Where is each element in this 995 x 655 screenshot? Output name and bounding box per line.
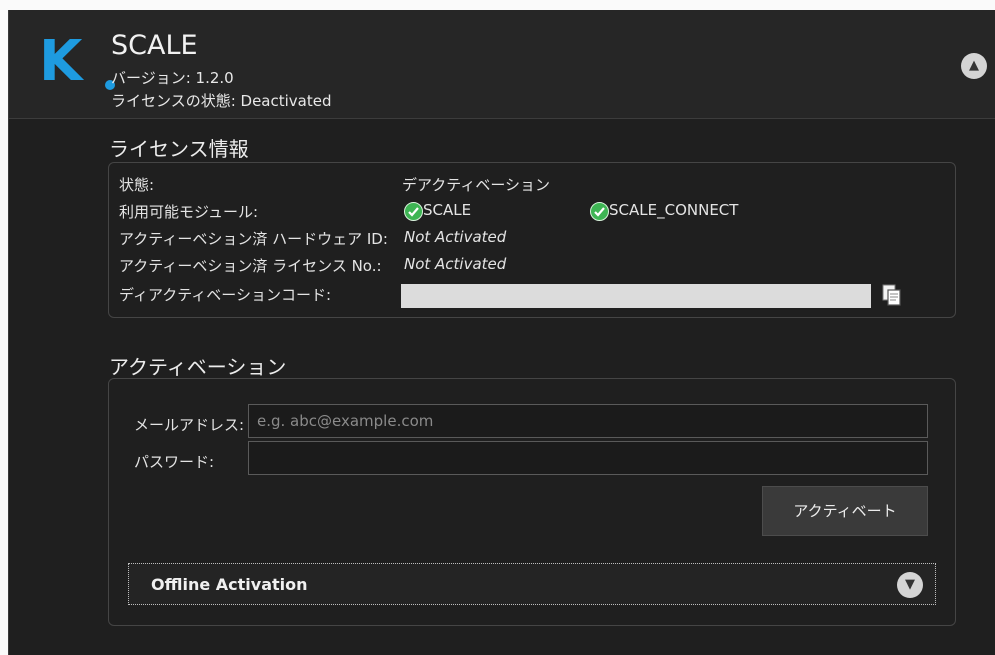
hw-id-label: アクティーベション済 ハードウェア ID:: [119, 230, 388, 248]
module-scale-connect: SCALE_CONNECT: [609, 201, 739, 219]
chevron-up-icon: ▲: [969, 58, 979, 73]
check-circle-icon: [404, 202, 423, 221]
license-state-text: ライセンスの状態: Deactivated: [111, 92, 332, 110]
plugin-panel: K SCALE バージョン: 1.2.0 ライセンスの状態: Deactivat…: [8, 10, 995, 655]
check-circle-icon: [590, 202, 609, 221]
module-scale: SCALE: [423, 201, 472, 219]
email-input[interactable]: [248, 404, 928, 438]
status-value: デアクティベーション: [402, 176, 551, 194]
license-no-value: Not Activated: [404, 255, 507, 273]
modules-label: 利用可能モジュール:: [119, 203, 259, 221]
k-logo: K: [39, 29, 83, 94]
version-text: バージョン: 1.2.0: [111, 69, 234, 87]
hw-id-value: Not Activated: [404, 228, 507, 246]
license-info-title: ライセンス情報: [109, 137, 249, 161]
chevron-down-icon[interactable]: ▼: [897, 572, 923, 598]
copy-icon[interactable]: [881, 283, 903, 307]
password-input[interactable]: [248, 441, 928, 475]
license-no-label: アクティーベション済 ライセンス No.:: [119, 257, 382, 275]
status-label: 状態:: [119, 176, 155, 194]
offline-activation-label: Offline Activation: [151, 575, 308, 594]
plugin-header[interactable]: K SCALE バージョン: 1.2.0 ライセンスの状態: Deactivat…: [9, 10, 995, 119]
deactivation-code-label: ディアクティベーションコード:: [119, 286, 332, 304]
activate-button[interactable]: アクティベート: [762, 486, 928, 536]
password-label: パスワード:: [134, 453, 215, 471]
collapse-button[interactable]: ▲: [961, 53, 987, 79]
activation-title: アクティベーション: [109, 355, 287, 379]
email-label: メールアドレス:: [134, 416, 245, 434]
app-title: SCALE: [111, 30, 198, 61]
offline-activation-expander[interactable]: Offline Activation ▼: [128, 563, 936, 605]
deactivation-code-field[interactable]: [401, 284, 871, 308]
